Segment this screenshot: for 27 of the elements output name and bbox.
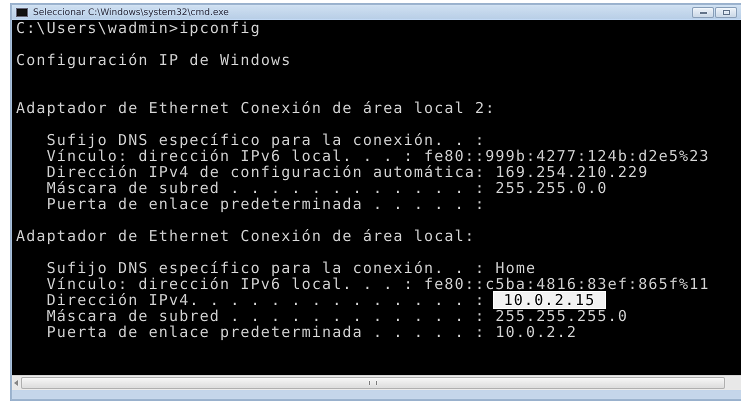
window-title: Seleccionar C:\Windows\system32\cmd.exe xyxy=(33,8,230,18)
setting-value: 10.0.2.2 xyxy=(495,323,578,341)
setting-label: Vínculo: dirección IPv6 local. . . : xyxy=(46,147,414,165)
setting-value: fe80::c5ba:4816:83ef:865f%11 xyxy=(424,275,710,293)
setting-label: Máscara de subred . . . . . . . . . . . . : xyxy=(46,307,486,325)
setting-value: Home xyxy=(495,259,536,277)
section-heading: Adaptador de Ethernet Conexión de área local: xyxy=(16,227,476,245)
setting-value: fe80::999b:4277:124b:d2e5%23 xyxy=(424,147,710,165)
setting-label: Sufijo DNS específico para la conexión. . : xyxy=(46,131,486,149)
setting-label: Máscara de subred . . . . . . . . . . . . : xyxy=(46,179,486,197)
setting-label: Dirección IPv4. . . . . . . . . . . . . . : xyxy=(46,291,486,309)
setting-label: Sufijo DNS específico para la conexión. . : xyxy=(46,259,486,277)
selected-value: 10.0.2.15 xyxy=(493,291,606,309)
setting-value: 255.255.0.0 xyxy=(495,179,608,197)
console-icon xyxy=(16,8,28,17)
maximize-button[interactable] xyxy=(715,7,737,18)
output-title: Configuración IP de Windows xyxy=(16,51,292,69)
minimize-button[interactable] xyxy=(692,7,714,18)
setting-label: Vínculo: dirección IPv6 local. . . : xyxy=(46,275,414,293)
setting-label: Dirección IPv4 de configuración automática: xyxy=(46,163,486,181)
command-line: C:\Users\wadmin>ipconfig xyxy=(16,19,261,37)
setting-label: Puerta de enlace predeterminada . . . . . : xyxy=(46,195,486,213)
scrollbar-thumb[interactable] xyxy=(21,377,725,389)
setting-value: 169.254.210.229 xyxy=(495,163,648,181)
section-heading: Adaptador de Ethernet Conexión de área local 2: xyxy=(16,99,496,117)
setting-value: 255.255.255.0 xyxy=(495,307,628,325)
setting-label: Puerta de enlace predeterminada . . . . . : xyxy=(46,323,486,341)
